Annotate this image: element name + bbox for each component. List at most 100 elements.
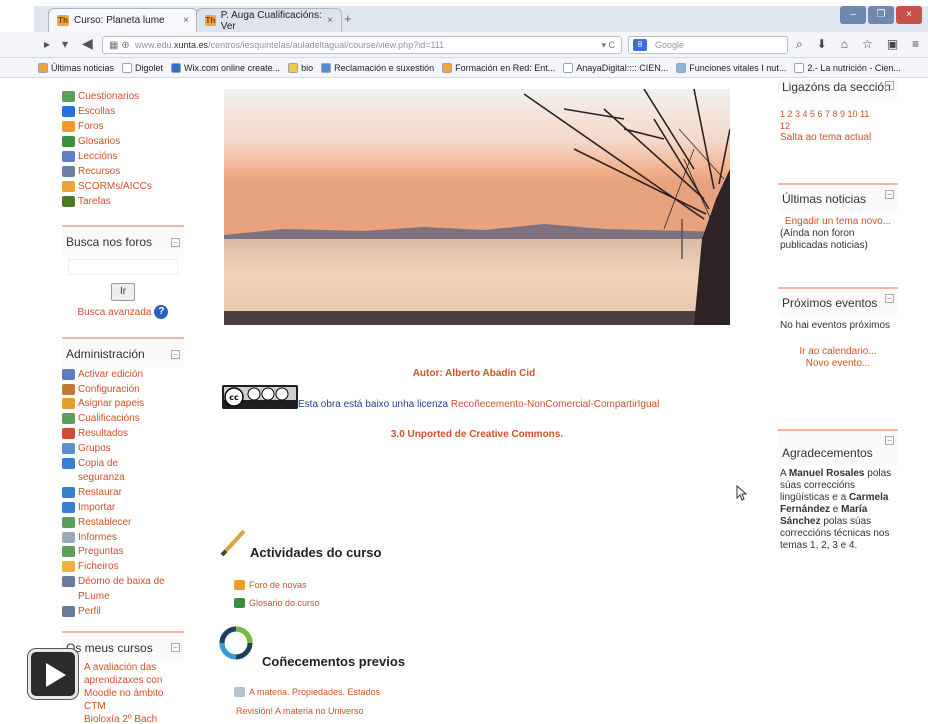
add-topic-link[interactable]: Engadir un tema novo... — [778, 216, 898, 228]
activity-type-item[interactable]: Foros — [62, 119, 184, 134]
admin-item[interactable]: Déomo de baixa de — [62, 574, 184, 589]
admin-item[interactable]: Asignar papeis — [62, 397, 184, 412]
course-link[interactable]: aprendizaxes con — [62, 674, 184, 687]
collapse-icon[interactable]: − — [885, 81, 894, 90]
advanced-search-label: Busca avanzada — [77, 306, 152, 318]
collapse-icon[interactable]: − — [885, 190, 894, 199]
activity-type-item-icon — [62, 196, 75, 207]
reload-icon[interactable]: ▾ C — [601, 37, 615, 53]
admin-item[interactable]: Copia de — [62, 456, 184, 471]
address-bar[interactable]: ▦ ⊕ www.edu.xunta.es/centros/iesquintela… — [102, 36, 622, 54]
bookmark-favicon-icon — [288, 62, 299, 73]
bookmark-item[interactable]: Wix.com online create... — [171, 62, 281, 73]
search-bar[interactable]: 8 Google — [628, 36, 788, 54]
close-tab-icon[interactable]: × — [183, 15, 189, 26]
activity-type-item[interactable]: Tarefas — [62, 194, 184, 209]
bookmark-item[interactable]: 2.- La nutrición - Cien... — [794, 62, 901, 73]
close-window-button[interactable]: × — [896, 6, 922, 24]
back-arrow-icon[interactable]: ◀ — [82, 35, 93, 52]
bookmark-favicon-icon — [563, 62, 574, 73]
collapse-icon[interactable]: − — [171, 349, 180, 359]
menu-icon[interactable]: ≡ — [912, 37, 919, 52]
activity-type-item[interactable]: SCORMs/AICCs — [62, 179, 184, 194]
admin-item[interactable]: Resultados — [62, 426, 184, 441]
admin-item[interactable]: Restaurar — [62, 485, 184, 500]
course-link[interactable]: A avaliación das — [62, 661, 184, 674]
prior-item-universo[interactable]: Revisión! A materia no Universo — [236, 706, 364, 716]
activity-glossary[interactable]: Glosario do curso — [234, 598, 320, 608]
bookmark-star-icon[interactable]: ☆ — [862, 37, 873, 52]
activity-type-item[interactable]: Glosarios — [62, 134, 184, 149]
section-numbers-2[interactable]: 12 — [778, 120, 898, 132]
admin-item[interactable]: Perfil — [62, 604, 184, 619]
admin-item-label: Preguntas — [78, 546, 124, 558]
course-link[interactable]: Moodle no ámbito CTM — [62, 687, 184, 713]
new-event-link[interactable]: Novo evento... — [778, 358, 898, 370]
collapse-icon[interactable]: − — [171, 237, 180, 247]
tab-label: Curso: Planeta lume — [74, 15, 165, 26]
activity-type-item[interactable]: Cuestionarios — [62, 89, 184, 104]
activity-type-item[interactable]: Escollas — [62, 104, 184, 119]
admin-item[interactable]: Activar edición — [62, 367, 184, 382]
latest-news-block: Últimas noticias − Engadir un tema novo.… — [778, 183, 898, 252]
search-icon[interactable]: ⌕ — [796, 37, 803, 52]
admin-item[interactable]: Cualificacións — [62, 411, 184, 426]
collapse-icon[interactable]: − — [171, 643, 180, 653]
section-numbers[interactable]: 1 2 3 4 5 6 7 8 9 10 11 — [778, 108, 898, 120]
admin-item[interactable]: Informes — [62, 530, 184, 545]
new-tab-button[interactable]: + — [344, 11, 352, 26]
bookmark-item[interactable]: Formación en Red: Ent... — [442, 62, 555, 73]
bookmark-item[interactable]: Últimas noticias — [38, 62, 114, 73]
bookmark-label: Wix.com online create... — [184, 62, 281, 73]
admin-item[interactable]: Ficheiros — [62, 559, 184, 574]
admin-item[interactable]: Configuración — [62, 382, 184, 397]
jump-current-topic-link[interactable]: Salta ao tema actual — [778, 132, 898, 144]
activity-forum-news[interactable]: Foro de novas — [234, 580, 307, 590]
library-icon[interactable]: ▣ — [887, 37, 898, 52]
bookmark-item[interactable]: Funciones vitales I nut... — [676, 62, 786, 73]
prior-item-materia[interactable]: A materia. Propiedades. Estados — [234, 687, 380, 697]
thanks-text: A Manuel Rosales polas súas correccións … — [778, 468, 898, 552]
admin-item[interactable]: Preguntas — [62, 545, 184, 560]
maximize-button[interactable]: ❐ — [868, 6, 894, 24]
advanced-search-link[interactable]: Busca avanzada ? — [62, 305, 184, 319]
tab-planeta-lume[interactable]: Th Curso: Planeta lume × — [48, 8, 198, 32]
admin-list: Activar edición Configuración Asignar pape… — [62, 367, 184, 619]
thanks-header: Agradecementos − — [778, 429, 898, 466]
download-icon[interactable]: ⬇ — [817, 37, 827, 52]
go-calendar-link[interactable]: Ir ao calendario... — [778, 346, 898, 358]
admin-item[interactable]: PLume — [62, 589, 184, 604]
my-courses-list: A avaliación das aprendizaxes con Moodle n… — [62, 661, 184, 724]
bookmark-item[interactable]: Digolet — [122, 62, 163, 73]
dropdown-icon[interactable]: ▾ — [62, 37, 68, 51]
moodle-course-page: Cuestionarios Escollas Foros Glosarios Lecci… — [0, 79, 928, 724]
activity-type-item[interactable]: Recursos — [62, 164, 184, 179]
help-icon[interactable]: ? — [154, 305, 169, 319]
course-link[interactable]: Bioloxía 2º Bach — [62, 713, 184, 724]
collapse-icon[interactable]: − — [885, 436, 894, 445]
admin-item[interactable]: seguranza — [62, 471, 184, 486]
activity-type-item[interactable]: Leccións — [62, 149, 184, 164]
latest-news-title: Últimas noticias — [782, 192, 867, 206]
forum-search-input[interactable] — [68, 259, 178, 275]
video-play-button[interactable] — [28, 649, 78, 699]
minimize-button[interactable]: – — [840, 6, 866, 24]
license-link[interactable]: Recoñecemento-NonComercial-CompartirIgua… — [451, 399, 659, 410]
collapse-icon[interactable]: − — [885, 294, 894, 303]
bookmark-item[interactable]: AnayaDigital:::: CIEN... — [563, 62, 668, 73]
search-go-button[interactable]: Ir — [111, 283, 135, 301]
google-logo-icon: 8 — [633, 39, 647, 51]
home-icon[interactable]: ⌂ — [841, 37, 848, 52]
thanks-block: Agradecementos − A Manuel Rosales polas … — [778, 429, 898, 552]
license-link-continued[interactable]: 3.0 Unported de Creative Commons. — [218, 429, 736, 440]
close-tab-icon[interactable]: × — [327, 15, 333, 26]
admin-item[interactable]: Importar — [62, 500, 184, 515]
bookmark-item[interactable]: bio — [288, 62, 313, 73]
admin-item[interactable]: Restablecer — [62, 515, 184, 530]
menu-dropdown-icon[interactable]: ▸ — [44, 37, 50, 51]
admin-item[interactable]: Grupos — [62, 441, 184, 456]
bookmark-item[interactable]: Reclamación e suxestión — [321, 62, 434, 73]
tab-cualificacions[interactable]: Th P. Auga Cualificacións: Ver × — [196, 8, 342, 32]
creative-commons-badge-icon[interactable]: cc — [222, 385, 298, 409]
admin-item-icon — [62, 368, 75, 380]
